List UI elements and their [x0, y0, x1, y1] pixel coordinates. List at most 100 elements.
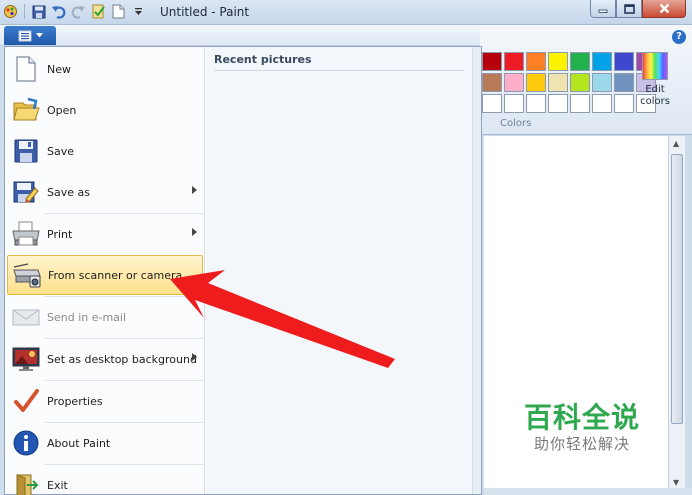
colors-group-label: Colors	[500, 118, 532, 129]
color-swatch[interactable]	[482, 94, 502, 113]
color-swatch[interactable]	[614, 73, 634, 92]
recent-pictures-header: Recent pictures	[214, 53, 464, 71]
dropdown-icon[interactable]	[130, 3, 147, 20]
submenu-arrow-icon	[192, 186, 197, 194]
edit-colors-label-2: colors	[640, 96, 670, 107]
vertical-scrollbar[interactable]: ▲ ▼	[668, 136, 685, 490]
menu-item-label: About Paint	[47, 436, 111, 450]
status-bar	[484, 488, 692, 495]
color-swatch[interactable]	[504, 73, 524, 92]
menu-item-new[interactable]: New	[7, 49, 203, 89]
redo-icon[interactable]	[70, 3, 87, 20]
watermark-subtitle: 助你轻松解决	[533, 435, 630, 453]
color-swatch[interactable]	[592, 52, 612, 71]
save-disk-icon	[11, 136, 41, 166]
maximize-button[interactable]	[616, 0, 642, 18]
menu-item-label: Set as desktop background	[47, 352, 197, 366]
menu-item-exit[interactable]: Exit	[7, 465, 203, 495]
menu-item-properties[interactable]: Properties	[7, 381, 203, 421]
edit-colors-button[interactable]: Edit colors	[637, 52, 673, 108]
maximize-icon	[623, 3, 635, 14]
info-icon	[11, 428, 41, 458]
color-swatch[interactable]	[482, 73, 502, 92]
undo-icon[interactable]	[50, 3, 67, 20]
open-folder-icon	[11, 95, 41, 125]
menu-edge	[473, 47, 481, 494]
chevron-down-icon	[35, 33, 43, 38]
color-palette	[482, 52, 656, 113]
menu-item-open[interactable]: Open	[7, 90, 203, 130]
new-icon[interactable]	[110, 3, 127, 20]
menu-item-label: From scanner or camera	[48, 268, 183, 282]
properties-icon[interactable]	[90, 3, 107, 20]
menu-item-label: Exit	[47, 478, 68, 492]
menu-item-label: Save	[47, 144, 75, 158]
minimize-icon	[598, 9, 608, 13]
color-swatch[interactable]	[614, 52, 634, 71]
color-swatch[interactable]	[570, 94, 590, 113]
color-spectrum-icon	[642, 52, 668, 80]
color-swatch[interactable]	[592, 73, 612, 92]
color-swatch[interactable]	[570, 52, 590, 71]
edit-colors-label-1: Edit	[645, 84, 665, 95]
scroll-up-icon[interactable]: ▲	[673, 139, 679, 148]
menu-item-label: Properties	[47, 394, 103, 408]
menu-item-about-paint[interactable]: About Paint	[7, 423, 203, 463]
color-swatch[interactable]	[548, 52, 568, 71]
submenu-arrow-icon	[192, 228, 197, 236]
recent-pictures-panel: Recent pictures	[206, 47, 473, 494]
close-icon	[659, 3, 669, 14]
ribbon: ? Edit colors Colors	[470, 25, 692, 135]
desktop-background-icon	[11, 344, 41, 374]
color-swatch[interactable]	[526, 73, 546, 92]
color-swatch[interactable]	[526, 94, 546, 113]
scrollbar-thumb[interactable]	[671, 154, 683, 424]
menu-item-save-as[interactable]: Save as	[7, 172, 203, 212]
color-swatch[interactable]	[570, 73, 590, 92]
application-menu-button[interactable]	[4, 26, 56, 45]
save-icon[interactable]	[30, 3, 47, 20]
menu-item-label: Open	[47, 103, 77, 117]
new-document-icon	[11, 54, 41, 84]
quick-access-toolbar	[2, 3, 147, 20]
menu-item-from-scanner-or-camera[interactable]: From scanner or camera	[7, 255, 203, 295]
submenu-arrow-icon	[192, 353, 197, 361]
window-title: Untitled - Paint	[160, 5, 250, 19]
scanner-icon	[12, 260, 42, 290]
menu-item-label: Print	[47, 227, 73, 241]
save-as-icon	[11, 177, 41, 207]
email-icon	[11, 302, 41, 332]
help-icon[interactable]: ?	[672, 30, 686, 44]
menu-item-print[interactable]: Print	[7, 214, 203, 254]
ribbon-tab-bar	[0, 25, 480, 46]
menu-item-send-in-email[interactable]: Send in e-mail	[7, 297, 203, 337]
menu-commands: New Open Save Save as Print From scanner…	[5, 47, 205, 495]
minimize-button[interactable]	[590, 0, 616, 18]
title-bar: Untitled - Paint	[0, 0, 692, 25]
scroll-down-icon[interactable]: ▼	[673, 478, 679, 487]
printer-icon	[11, 219, 41, 249]
app-menu-icon	[18, 30, 31, 41]
color-swatch[interactable]	[592, 94, 612, 113]
color-swatch[interactable]	[548, 94, 568, 113]
watermark: 百科全说 助你轻松解决	[512, 402, 652, 454]
menu-item-label: Send in e-mail	[47, 310, 127, 324]
color-swatch[interactable]	[614, 94, 634, 113]
close-button[interactable]	[642, 0, 686, 18]
color-swatch[interactable]	[504, 94, 524, 113]
color-swatch[interactable]	[482, 52, 502, 71]
checkmark-icon	[11, 386, 41, 416]
menu-item-save[interactable]: Save	[7, 131, 203, 171]
watermark-title: 百科全说	[523, 401, 640, 434]
exit-icon	[11, 470, 41, 495]
paint-app-icon[interactable]	[2, 3, 19, 20]
menu-item-set-as-desktop-background[interactable]: Set as desktop background	[7, 339, 203, 379]
color-swatch[interactable]	[504, 52, 524, 71]
menu-item-label: Save as	[47, 185, 90, 199]
color-swatch[interactable]	[548, 73, 568, 92]
application-menu: New Open Save Save as Print From scanner…	[4, 46, 482, 495]
menu-item-label: New	[47, 62, 71, 76]
toolbar-separator	[24, 4, 25, 19]
color-swatch[interactable]	[526, 52, 546, 71]
window-controls	[590, 0, 686, 18]
